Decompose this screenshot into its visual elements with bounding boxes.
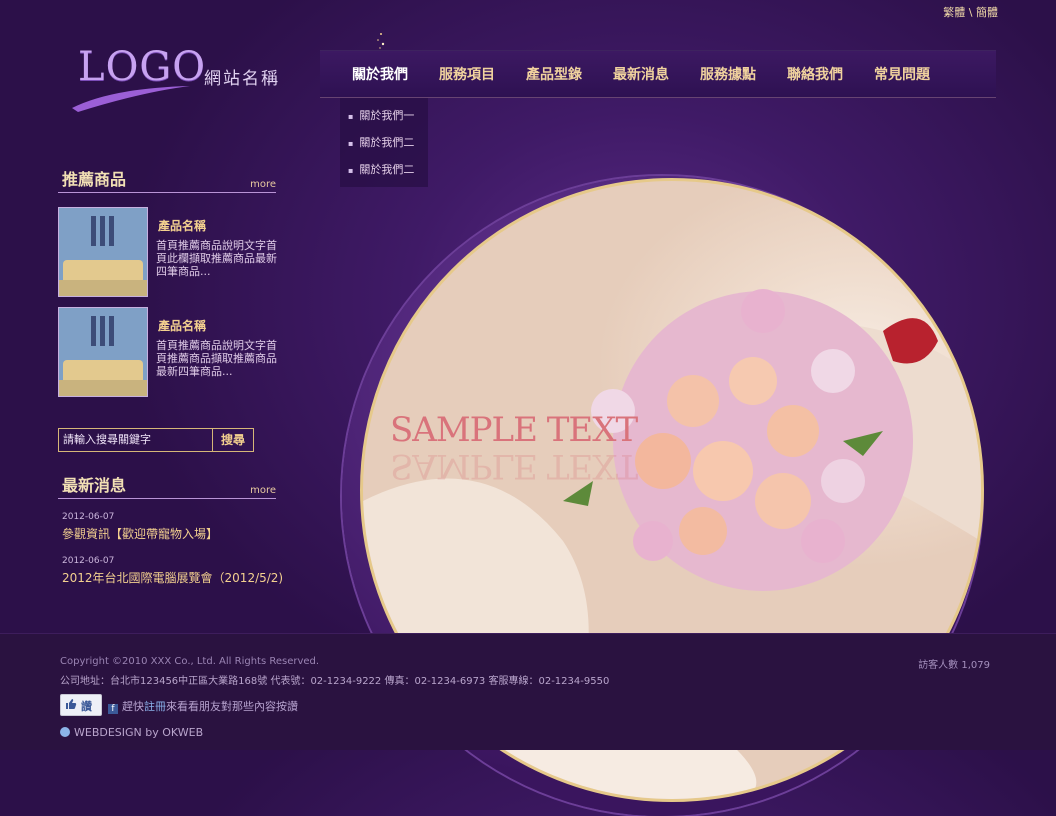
facebook-prompt: f 趕快註冊來看看朋友對那些內容按讚 — [108, 698, 298, 714]
address-text: 公司地址：台北市123456中正區大業路168號 代表號：02-1234-922… — [60, 676, 610, 687]
credit-text: WEBDESIGN by OKWEB — [74, 726, 204, 739]
search-button[interactable]: 搜尋 — [212, 429, 253, 451]
nav-item-catalog[interactable]: 產品型錄 — [526, 64, 582, 84]
news-date: 2012-06-07 — [62, 556, 115, 566]
facebook-like-button[interactable]: 讚 — [60, 694, 102, 716]
nav-item-services[interactable]: 服務項目 — [439, 64, 495, 84]
news-item[interactable]: 2012-06-07 2012年台北國際電腦展覽會（2012/5/2) — [62, 556, 283, 586]
sparkle-icon — [377, 33, 385, 49]
sofa-image — [59, 308, 147, 396]
copyright-text: Copyright ©2010 XXX Co., Ltd. All Rights… — [60, 656, 320, 667]
news-section-header: 最新消息 more — [58, 476, 276, 499]
hero-sample-text-reflection: SAMPLE TEXT — [390, 446, 638, 486]
product-thumbnail[interactable] — [58, 207, 148, 297]
news-more-link[interactable]: more — [250, 485, 276, 496]
dropdown-item-about-3[interactable]: 關於我們二 — [340, 156, 428, 183]
about-dropdown-menu: 關於我們一 關於我們二 關於我們二 — [340, 98, 428, 187]
dropdown-item-about-1[interactable]: 關於我們一 — [340, 102, 428, 129]
product-name[interactable]: 產品名稱 — [158, 317, 206, 334]
featured-section-header: 推薦商品 more — [58, 170, 276, 193]
main-nav: 關於我們 服務項目 產品型錄 最新消息 服務據點 聯絡我們 常見問題 — [320, 50, 996, 98]
product-description: 首頁推薦商品說明文字首頁此欄擷取推薦商品最新四筆商品... — [156, 239, 277, 278]
nav-item-locations[interactable]: 服務據點 — [700, 64, 756, 84]
product-card[interactable]: 產品名稱 首頁推薦商品說明文字首頁此欄擷取推薦商品最新四筆商品... — [58, 207, 288, 299]
facebook-register-link[interactable]: 註冊 — [144, 700, 166, 713]
fb-text-before: 趕快 — [122, 700, 144, 713]
news-item[interactable]: 2012-06-07 參觀資訊【歡迎帶寵物入場】 — [62, 512, 218, 542]
fb-text-after: 來看看朋友對那些內容按讚 — [166, 700, 298, 713]
like-label: 讚 — [81, 700, 92, 713]
news-title: 最新消息 — [62, 476, 127, 495]
nav-item-about[interactable]: 關於我們 — [352, 64, 408, 84]
nav-item-contact[interactable]: 聯絡我們 — [787, 64, 843, 84]
okweb-logo-icon — [60, 727, 70, 737]
product-name[interactable]: 產品名稱 — [158, 217, 206, 234]
language-switch: 繁體 \ 簡體 — [943, 4, 998, 20]
site-name: 網站名稱 — [204, 69, 280, 89]
nav-item-news[interactable]: 最新消息 — [613, 64, 669, 84]
lang-simplified-link[interactable]: 簡體 — [976, 6, 998, 19]
logo-swoosh-icon — [72, 86, 190, 112]
search-input[interactable] — [59, 429, 213, 449]
lang-separator: \ — [968, 6, 973, 19]
site-logo[interactable]: LOGO — [72, 44, 205, 114]
hero-sample-text: SAMPLE TEXT — [390, 410, 638, 450]
product-thumbnail[interactable] — [58, 307, 148, 397]
product-description: 首頁推薦商品說明文字首頁推薦商品擷取推薦商品最新四筆商品... — [156, 339, 277, 378]
dropdown-item-about-2[interactable]: 關於我們二 — [340, 129, 428, 156]
design-credit[interactable]: WEBDESIGN by OKWEB — [60, 726, 203, 739]
nav-item-faq[interactable]: 常見問題 — [874, 64, 930, 84]
featured-more-link[interactable]: more — [250, 179, 276, 190]
featured-title: 推薦商品 — [62, 170, 127, 189]
news-date: 2012-06-07 — [62, 512, 115, 522]
lang-traditional-link[interactable]: 繁體 — [943, 6, 965, 19]
footer: Copyright ©2010 XXX Co., Ltd. All Rights… — [0, 633, 1056, 750]
news-title-link[interactable]: 2012年台北國際電腦展覽會（2012/5/2) — [62, 569, 283, 586]
sofa-image — [59, 208, 147, 296]
visitor-counter: 訪客人數 1,079 — [918, 660, 990, 671]
search-box: 搜尋 — [58, 428, 254, 452]
news-title-link[interactable]: 參觀資訊【歡迎帶寵物入場】 — [62, 525, 218, 542]
product-card[interactable]: 產品名稱 首頁推薦商品說明文字首頁推薦商品擷取推薦商品最新四筆商品... — [58, 307, 288, 399]
thumbs-up-icon — [66, 699, 77, 709]
facebook-icon: f — [108, 704, 118, 714]
